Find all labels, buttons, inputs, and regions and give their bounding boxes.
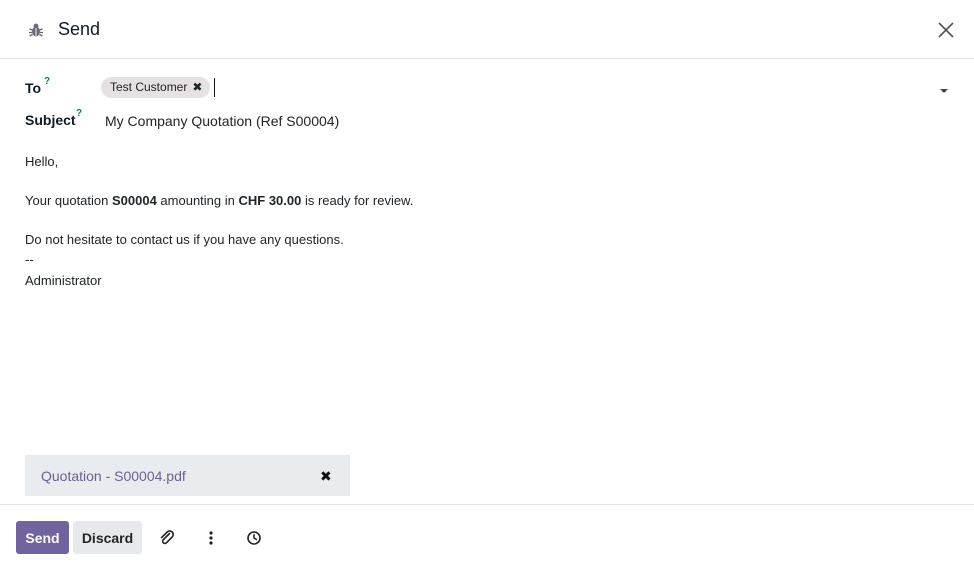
caret-down-icon[interactable] [940, 89, 948, 93]
remove-recipient-icon[interactable]: ✖ [192, 77, 202, 98]
remove-attachment-icon[interactable]: ✖ [320, 468, 332, 485]
subject-help-tooltip[interactable]: ? [76, 108, 82, 119]
paperclip-icon[interactable] [158, 529, 176, 547]
quotation-ref: S00004 [111, 193, 157, 208]
body-greeting: Hello, [25, 154, 59, 169]
subject-label: Subject [25, 112, 76, 128]
body-contact-line: Do not hesitate to contact us if you hav… [25, 232, 344, 247]
body-text: Your quotation [25, 193, 112, 208]
quotation-amount: CHF 30.00 [238, 193, 302, 208]
attachment-item: Quotation - S00004.pdf ✖ [25, 455, 350, 496]
subject-input[interactable] [105, 111, 935, 131]
attachment-name-link[interactable]: Quotation - S00004.pdf [41, 468, 186, 484]
clock-icon[interactable] [245, 529, 263, 547]
signature: Administrator [25, 273, 102, 288]
recipient-tag: Test Customer ✖ [101, 77, 211, 98]
body-quotation-line: Your quotation S00004 amounting in CHF 3… [25, 193, 413, 208]
signature-separator: -- [25, 252, 34, 267]
more-vertical-icon[interactable] [202, 529, 220, 547]
dialog-header: Send [0, 0, 974, 59]
body-text: is ready for review. [301, 193, 414, 208]
bug-icon [29, 23, 43, 37]
dialog-footer [0, 504, 974, 569]
recipient-tag-label: Test Customer [110, 80, 188, 94]
send-button[interactable]: Send [16, 521, 69, 554]
to-input[interactable] [216, 77, 916, 98]
to-help-tooltip[interactable]: ? [44, 76, 50, 87]
discard-button[interactable]: Discard [73, 521, 142, 554]
close-icon[interactable] [936, 20, 956, 40]
text-cursor [214, 78, 215, 97]
dialog-title: Send [58, 19, 101, 39]
body-text: amounting in [156, 193, 239, 208]
to-label: To [25, 80, 42, 96]
